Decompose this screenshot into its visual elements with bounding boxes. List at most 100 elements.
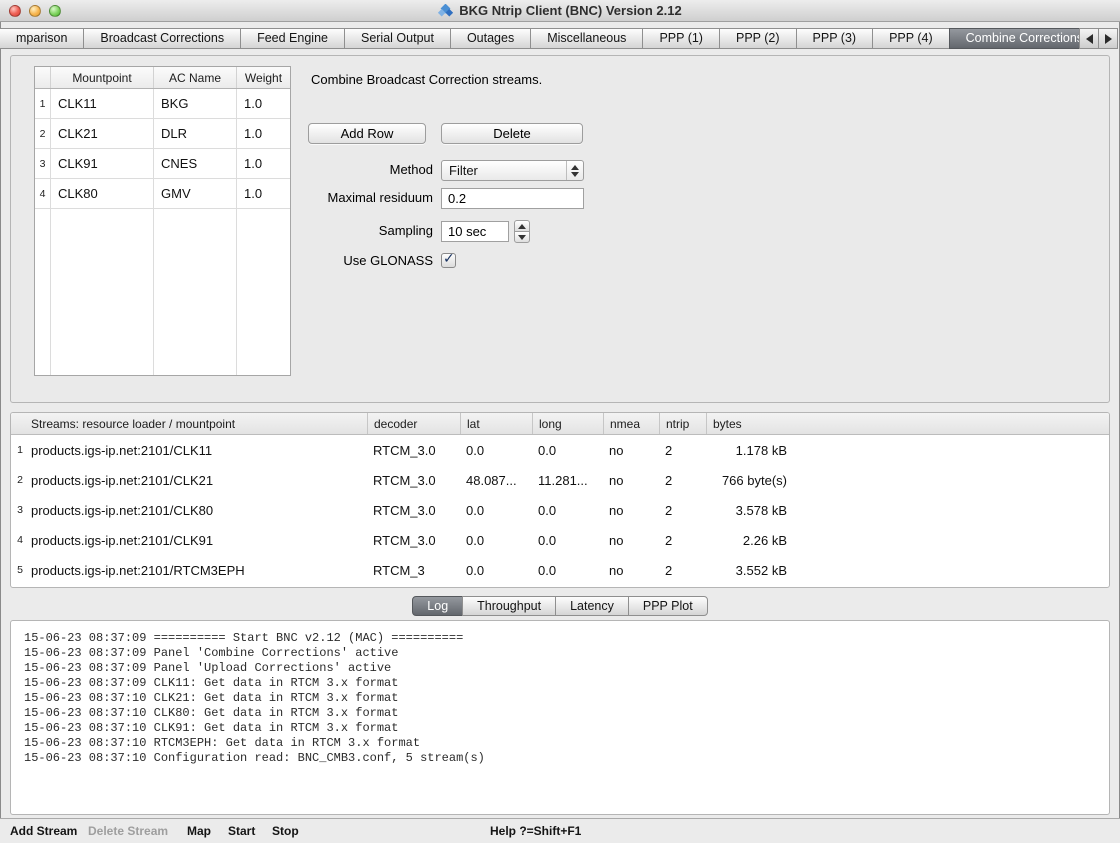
table-cell: 1.0: [236, 96, 290, 111]
stream-row[interactable]: 5products.igs-ip.net:2101/RTCM3EPHRTCM_3…: [11, 555, 1109, 585]
table-cell: no: [603, 443, 659, 458]
max-residuum-label: Maximal residuum: [171, 188, 433, 208]
combo-arrows-icon: [566, 161, 583, 180]
table-cell: 766 byte(s): [706, 473, 1109, 488]
row-number: 2: [11, 474, 29, 486]
tab-throughput[interactable]: Throughput: [462, 596, 556, 616]
action-map[interactable]: Map: [187, 819, 211, 843]
sampling-input[interactable]: [441, 221, 509, 242]
combine-table-header: MountpointAC NameWeight: [35, 67, 290, 89]
tab-broadcast-corrections[interactable]: Broadcast Corrections: [83, 28, 241, 49]
action-start[interactable]: Start: [228, 819, 255, 843]
row-number: 1: [11, 444, 29, 456]
method-select[interactable]: Filter: [441, 160, 584, 181]
use-glonass-label: Use GLONASS: [171, 253, 433, 268]
table-cell: CLK11: [50, 96, 153, 111]
row-number: 4: [35, 188, 50, 200]
help-hint[interactable]: Help ?=Shift+F1: [490, 819, 581, 843]
method-label: Method: [171, 160, 433, 180]
column-header-decoder: decoder: [367, 413, 460, 434]
tab-ppp-2[interactable]: PPP (2): [719, 28, 797, 49]
tab-serial-output[interactable]: Serial Output: [344, 28, 451, 49]
combine-table-row[interactable]: 1CLK11BKG1.0: [35, 89, 290, 119]
table-cell: 0.0: [532, 503, 603, 518]
arrow-down-icon: [518, 235, 526, 240]
add-row-button[interactable]: Add Row: [308, 123, 426, 144]
table-cell: RTCM_3.0: [367, 443, 460, 458]
window-title: BKG Ntrip Client (BNC) Version 2.12: [0, 0, 1120, 21]
table-cell: products.igs-ip.net:2101/CLK91: [29, 533, 367, 548]
tab-scroll-right-button[interactable]: [1098, 28, 1118, 49]
tab-outages[interactable]: Outages: [450, 28, 531, 49]
table-cell: 0.0: [460, 563, 532, 578]
table-cell: RTCM_3.0: [367, 533, 460, 548]
titlebar[interactable]: BKG Ntrip Client (BNC) Version 2.12: [0, 0, 1120, 22]
stream-row[interactable]: 1products.igs-ip.net:2101/CLK11RTCM_3.00…: [11, 435, 1109, 465]
sampling-step-up-button[interactable]: [514, 220, 530, 231]
streams-table-header: Streams: resource loader / mountpointdec…: [11, 413, 1109, 435]
main-tab-bar: mparisonBroadcast CorrectionsFeed Engine…: [0, 28, 1120, 49]
table-cell: products.igs-ip.net:2101/CLK21: [29, 473, 367, 488]
column-header-bytes: bytes: [706, 413, 1109, 434]
column-header-long: long: [532, 413, 603, 434]
table-cell: 2: [659, 563, 706, 578]
table-cell: no: [603, 563, 659, 578]
column-header-ntrip: ntrip: [659, 413, 706, 434]
action-delete-stream[interactable]: Delete Stream: [88, 819, 168, 843]
tab-feed-engine[interactable]: Feed Engine: [240, 28, 345, 49]
table-cell: 2: [659, 443, 706, 458]
table-cell: 11.281...: [532, 473, 603, 488]
action-stop[interactable]: Stop: [272, 819, 299, 843]
use-glonass-checkbox[interactable]: [441, 253, 456, 268]
tab-scroll-buttons: [1080, 28, 1118, 49]
row-number: 3: [35, 158, 50, 170]
table-cell: no: [603, 503, 659, 518]
tab-scroll-left-button[interactable]: [1079, 28, 1099, 49]
stream-row[interactable]: 3products.igs-ip.net:2101/CLK80RTCM_3.00…: [11, 495, 1109, 525]
chevron-right-icon: [1105, 34, 1112, 44]
tab-mparison[interactable]: mparison: [0, 28, 84, 49]
max-residuum-input[interactable]: [441, 188, 584, 209]
table-cell: CLK21: [50, 126, 153, 141]
tab-combine-corrections[interactable]: Combine Corrections: [949, 28, 1100, 49]
chevron-left-icon: [1086, 34, 1093, 44]
table-cell: no: [603, 533, 659, 548]
table-cell: 2: [659, 503, 706, 518]
table-cell: 2: [659, 473, 706, 488]
delete-button[interactable]: Delete: [441, 123, 583, 144]
action-add-stream[interactable]: Add Stream: [10, 819, 77, 843]
sampling-label: Sampling: [171, 221, 433, 241]
stream-row[interactable]: 2products.igs-ip.net:2101/CLK21RTCM_3.04…: [11, 465, 1109, 495]
combine-table-row[interactable]: 2CLK21DLR1.0: [35, 119, 290, 149]
column-header-mountpoint: Mountpoint: [50, 67, 153, 88]
table-cell: 0.0: [460, 533, 532, 548]
tab-ppp-1[interactable]: PPP (1): [642, 28, 720, 49]
log-tab-bar: LogThroughputLatencyPPP Plot: [0, 596, 1120, 616]
table-cell: RTCM_3.0: [367, 473, 460, 488]
column-header-streams-resource-loader-mountpoint: Streams: resource loader / mountpoint: [11, 413, 367, 434]
stream-row[interactable]: 4products.igs-ip.net:2101/CLK91RTCM_3.00…: [11, 525, 1109, 555]
arrow-up-icon: [518, 224, 526, 229]
combine-corrections-panel: MountpointAC NameWeight 1CLK11BKG1.02CLK…: [10, 55, 1110, 403]
column-header-nmea: nmea: [603, 413, 659, 434]
tab-ppp-4[interactable]: PPP (4): [872, 28, 950, 49]
table-cell: no: [603, 473, 659, 488]
table-cell: RTCM_3: [367, 563, 460, 578]
sampling-step-down-button[interactable]: [514, 231, 530, 243]
method-value: Filter: [442, 163, 566, 178]
log-panel: 15-06-23 08:37:09 ========== Start BNC v…: [10, 620, 1110, 815]
tab-miscellaneous[interactable]: Miscellaneous: [530, 28, 643, 49]
sampling-stepper: [514, 220, 530, 243]
tab-latency[interactable]: Latency: [555, 596, 629, 616]
table-cell: products.igs-ip.net:2101/RTCM3EPH: [29, 563, 367, 578]
column-header-lat: lat: [460, 413, 532, 434]
streams-panel: Streams: resource loader / mountpointdec…: [10, 412, 1110, 588]
corner-header: [35, 67, 50, 88]
table-cell: CLK80: [50, 186, 153, 201]
tab-ppp-plot[interactable]: PPP Plot: [628, 596, 708, 616]
tab-ppp-3[interactable]: PPP (3): [796, 28, 874, 49]
table-cell: DLR: [153, 126, 236, 141]
tab-log[interactable]: Log: [412, 596, 463, 616]
row-number: 1: [35, 98, 50, 110]
column-header-weight: Weight: [236, 67, 290, 88]
